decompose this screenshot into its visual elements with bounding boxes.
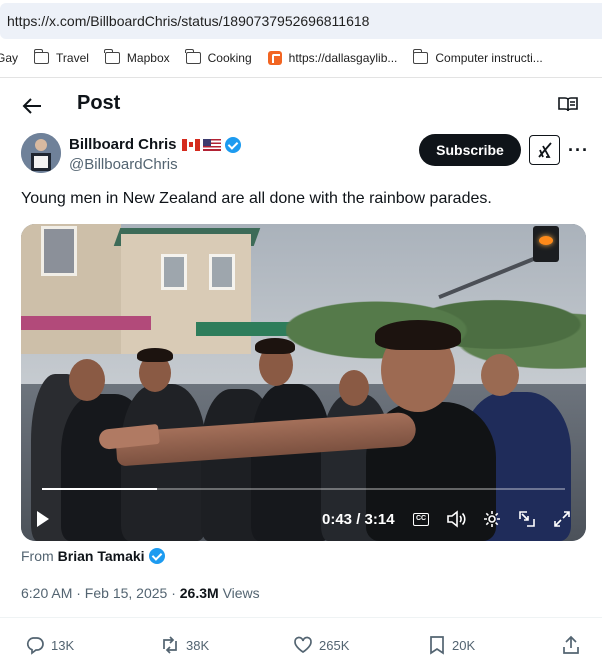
reader-mode-icon[interactable] [558, 96, 578, 112]
video-scene [69, 359, 105, 401]
video-scene [121, 234, 251, 354]
video-progress-bar[interactable] [42, 488, 565, 490]
bookmark-label: Cooking [207, 51, 252, 65]
like-count: 265K [319, 637, 350, 653]
bookmark-label: Travel [56, 51, 89, 65]
bookmark-label: Mapbox [126, 51, 170, 65]
bookmark-count: 20K [452, 637, 476, 653]
share-button[interactable] [562, 635, 586, 655]
video-scene [339, 370, 369, 406]
heart-icon [294, 636, 312, 654]
page-title: Post [77, 92, 121, 114]
more-options-button[interactable]: ··· [568, 140, 589, 161]
folder-icon [185, 49, 201, 64]
video-time: 0:43 / 3:14 [322, 511, 395, 528]
post-meta: 6:20 AM · Feb 15, 2025 · 26.3M Views [21, 585, 260, 601]
fullscreen-icon[interactable] [551, 509, 573, 529]
divider [0, 617, 602, 618]
source-prefix: From [21, 548, 54, 564]
video-scene [255, 338, 295, 354]
author-name-row[interactable]: Billboard Chris [69, 136, 241, 153]
pip-icon[interactable] [516, 509, 538, 529]
source-name[interactable]: Brian Tamaki [58, 548, 145, 564]
bookmarks-bar: Gay Travel Mapbox Cooking https://dallas… [0, 44, 602, 72]
play-icon[interactable] [37, 511, 49, 527]
author-name: Billboard Chris [69, 136, 177, 153]
bookmark-dallasgaylib[interactable]: https://dallasgaylib... [267, 51, 398, 65]
canada-flag-icon [181, 138, 200, 151]
reply-count: 13K [51, 637, 75, 653]
like-button[interactable]: 265K [293, 635, 349, 655]
bookmark-gay[interactable]: Gay [0, 51, 18, 65]
video-scene [251, 384, 331, 541]
repost-button[interactable]: 38K [160, 635, 209, 655]
settings-icon[interactable] [481, 509, 503, 529]
post-header: Post [0, 86, 602, 126]
address-bar[interactable]: https://x.com/BillboardChris/status/1890… [0, 3, 602, 39]
video-progress-fill [42, 488, 158, 490]
url-text: https://x.com/BillboardChris/status/1890… [7, 13, 370, 29]
video-scene [375, 320, 461, 350]
video-scene [21, 224, 121, 354]
subscribe-button[interactable]: Subscribe [419, 134, 521, 166]
bookmark-label: https://dallasgaylib... [288, 51, 398, 65]
captions-icon[interactable]: CC [410, 509, 432, 529]
video-scene [137, 348, 173, 362]
reply-icon [26, 637, 44, 655]
views-label: Views [218, 585, 260, 601]
video-scene [481, 354, 519, 396]
rss-icon [267, 51, 282, 65]
folder-icon [33, 49, 50, 64]
bookmark-computer-instructions[interactable]: Computer instructi... [412, 49, 543, 65]
share-icon [563, 635, 579, 654]
video-scene [21, 316, 151, 330]
repost-count: 38K [186, 637, 210, 653]
reply-button[interactable]: 13K [25, 635, 74, 655]
back-arrow-icon[interactable] [21, 95, 43, 117]
bookmark-mapbox[interactable]: Mapbox [104, 49, 170, 65]
video-player[interactable]: 0:43 / 3:14 CC [21, 224, 586, 541]
bookmark-button[interactable]: 20K [428, 635, 475, 655]
repost-icon [163, 636, 177, 654]
bookmark-label: Gay [0, 51, 19, 65]
folder-icon [412, 49, 429, 64]
verified-badge-icon [224, 136, 241, 153]
author-handle[interactable]: @BillboardChris [69, 156, 178, 173]
verified-badge-icon [148, 548, 165, 564]
bookmark-icon [430, 636, 444, 655]
usa-flag-icon [202, 138, 221, 151]
folder-icon [104, 49, 120, 64]
traffic-light [533, 226, 559, 262]
grok-icon[interactable] [529, 135, 560, 165]
tweet-text: Young men in New Zealand are all done wi… [21, 190, 492, 207]
views-count: 26.3M [179, 585, 219, 601]
post-timestamp[interactable]: 6:20 AM · Feb 15, 2025 · [21, 585, 180, 601]
bookmark-travel[interactable]: Travel [33, 49, 89, 65]
volume-icon[interactable] [445, 509, 467, 529]
avatar[interactable] [21, 133, 61, 173]
divider [0, 77, 602, 78]
bookmark-label: Computer instructi... [435, 51, 543, 65]
bookmark-cooking[interactable]: Cooking [185, 49, 252, 65]
video-source: From Brian Tamaki [21, 548, 165, 564]
